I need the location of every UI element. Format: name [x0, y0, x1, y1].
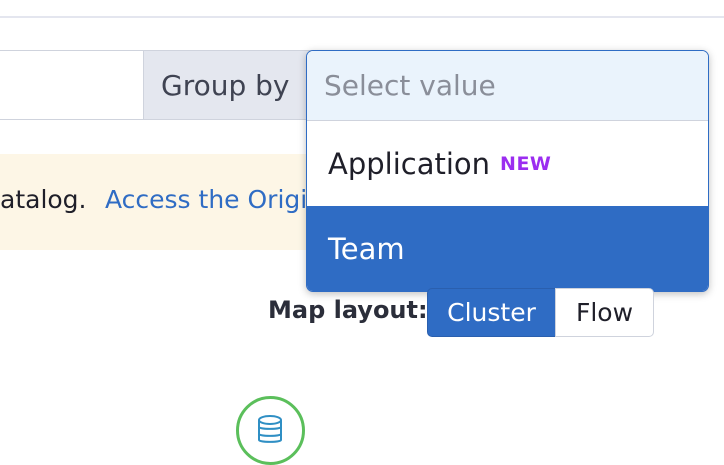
- option-application[interactable]: Application NEW: [307, 121, 708, 206]
- new-badge: NEW: [500, 152, 552, 175]
- map-layout-flow-button[interactable]: Flow: [555, 288, 654, 337]
- top-divider: [0, 16, 724, 18]
- select-placeholder: Select value: [324, 69, 496, 102]
- map-layout-label: Map layout:: [268, 296, 428, 324]
- option-team[interactable]: Team: [307, 206, 708, 291]
- search-input[interactable]: [0, 50, 144, 120]
- group-by-dropdown[interactable]: Select value Application NEW Team: [306, 50, 709, 292]
- banner-text: atalog.: [0, 185, 87, 214]
- database-icon: [258, 415, 282, 443]
- group-by-label: Group by: [143, 50, 313, 120]
- banner-link[interactable]: Access the Original: [105, 185, 310, 214]
- group-by-select-input[interactable]: Select value: [307, 51, 708, 121]
- map-layout-cluster-button[interactable]: Cluster: [427, 288, 556, 337]
- group-by-label-text: Group by: [161, 68, 290, 102]
- option-team-label: Team: [328, 231, 405, 266]
- option-application-label: Application: [328, 146, 491, 181]
- flow-label: Flow: [575, 298, 634, 327]
- cluster-label: Cluster: [447, 298, 536, 327]
